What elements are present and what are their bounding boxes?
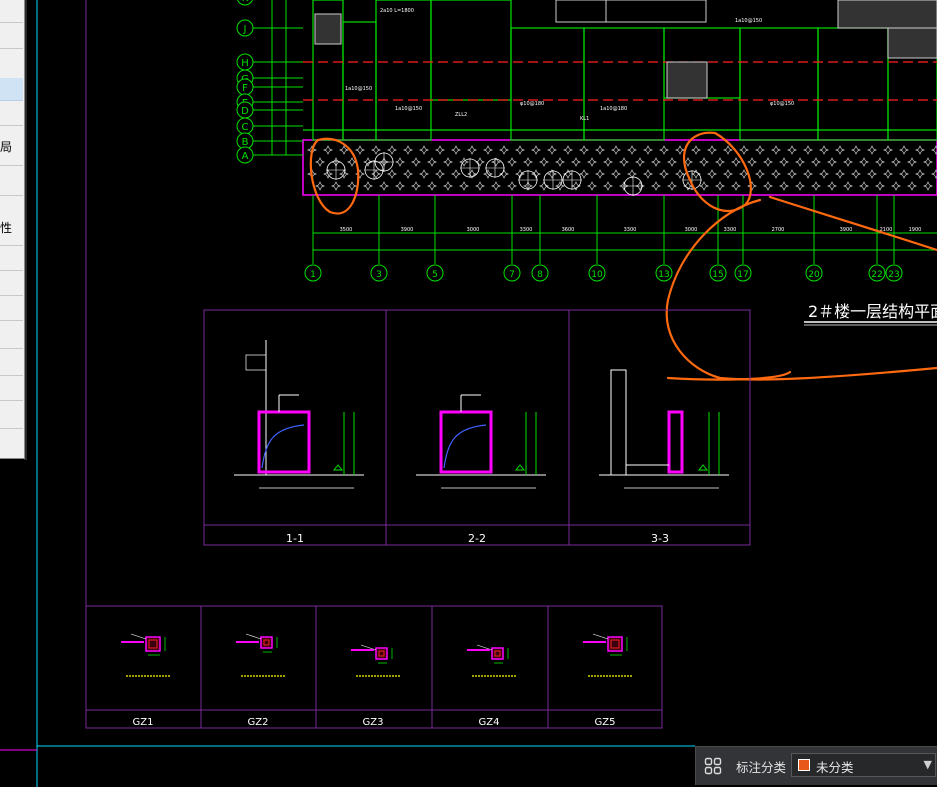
properties-panel[interactable]: 局 性 <box>0 0 25 459</box>
dimension-value: 3300 <box>724 227 737 233</box>
row-axis-label: F <box>242 83 248 94</box>
column-axis-label: 1 <box>310 270 316 280</box>
panel-label-xing: 性 <box>0 221 13 235</box>
dimension-value: 3900 <box>840 227 853 233</box>
panel-divider <box>0 375 23 376</box>
row-axis-label: C <box>242 122 249 133</box>
svg-text:φ10@180: φ10@180 <box>520 101 544 107</box>
row-axis-label: J <box>243 24 247 35</box>
svg-text:KL1: KL1 <box>580 116 589 122</box>
panel-divider <box>0 125 23 126</box>
section-label: 2-2 <box>468 532 486 545</box>
svg-text:ZLL2: ZLL2 <box>455 112 467 118</box>
panel-divider <box>0 348 23 349</box>
panel-divider <box>0 165 23 166</box>
column-axis-label: 8 <box>537 270 543 280</box>
category-select[interactable]: 未分类 ▼ <box>791 753 936 777</box>
column-axis-label: 3 <box>376 270 382 280</box>
svg-text:1a10@180: 1a10@180 <box>600 106 627 112</box>
panel-label-ju: 局 <box>0 140 13 154</box>
annotation-category-bar: 标注分类 未分类 ▼ <box>695 746 937 785</box>
column-axis-label: 13 <box>658 270 669 280</box>
svg-text:1a10@150: 1a10@150 <box>735 18 762 24</box>
column-label: GZ2 <box>248 717 269 728</box>
section-label: 3-3 <box>651 532 669 545</box>
panel-divider <box>0 22 23 23</box>
row-axis-group: JHGFEDCBAK <box>236 0 303 164</box>
dimension-value: 3600 <box>562 227 575 233</box>
panel-divider <box>0 245 23 246</box>
dimension-lines <box>313 232 937 251</box>
panel-selected-row[interactable] <box>0 78 23 101</box>
dimension-values: 3500 3900 3000 3300 3600 3300 3000 3300 2700 3900… <box>340 227 922 233</box>
panel-divider <box>0 195 23 196</box>
row-axis-label: A <box>242 151 249 162</box>
column-axis-label: 22 <box>871 270 882 280</box>
column-axis-label: 7 <box>509 270 515 280</box>
dimension-value: 3000 <box>467 227 480 233</box>
redline-markups <box>309 131 937 381</box>
dimension-value: 3900 <box>401 227 414 233</box>
svg-text:1a10@150: 1a10@150 <box>395 106 422 112</box>
column-detail-table <box>85 605 663 729</box>
column-details: GZ1 GZ2 GZ3 GZ4 GZ5 <box>121 633 633 728</box>
column-axis-label: 15 <box>712 270 723 280</box>
triangle-down-icon[interactable]: ▼ <box>924 758 932 771</box>
plan-annotations: 2a10 L=1800 1a10@150 1a10@150 φ10@180 1a… <box>345 8 794 122</box>
plan-title-block: 2＃楼一层结构平面图 <box>804 302 937 326</box>
column-axis-group: 1 3 5 7 8 10 13 15 17 20 22 23 <box>304 195 903 282</box>
dimension-value: 3300 <box>624 227 637 233</box>
row-axis-label: K <box>242 0 249 4</box>
column-label: GZ4 <box>479 717 500 728</box>
panel-divider <box>0 48 23 49</box>
dimension-value: 3000 <box>685 227 698 233</box>
svg-text:1a10@150: 1a10@150 <box>345 86 372 92</box>
panel-divider <box>0 400 23 401</box>
column-axis-label: 5 <box>432 270 438 280</box>
dimension-value: 1900 <box>909 227 922 233</box>
section-label: 1-1 <box>286 532 304 545</box>
svg-text:φ10@150: φ10@150 <box>770 101 794 107</box>
dimension-value: 3500 <box>340 227 353 233</box>
category-color-swatch <box>798 759 810 771</box>
dimension-value: 3300 <box>520 227 533 233</box>
plan-title: 2＃楼一层结构平面图 <box>808 302 937 321</box>
grid-icon[interactable] <box>704 757 722 775</box>
column-label: GZ1 <box>133 717 154 728</box>
svg-text:2a10 L=1800: 2a10 L=1800 <box>380 8 414 14</box>
row-axis-label: D <box>241 106 249 117</box>
column-axis-label: 20 <box>808 270 820 280</box>
column-axis-label: 23 <box>888 270 899 280</box>
plan-hatched-rooms <box>314 0 937 99</box>
dimension-value: 2700 <box>772 227 785 233</box>
panel-divider <box>0 428 23 429</box>
section-details: 1-1 2-2 3-3 <box>234 340 729 545</box>
foundation-strip <box>302 139 937 196</box>
column-axis-label: 17 <box>737 270 748 280</box>
column-label: GZ5 <box>595 717 616 728</box>
panel-divider <box>0 295 23 296</box>
column-label: GZ3 <box>363 717 384 728</box>
row-axis-label: B <box>242 137 249 148</box>
annotation-category-label: 标注分类 <box>736 760 787 775</box>
row-axis-label: H <box>241 58 249 69</box>
cad-canvas[interactable]: 2a10 L=1800 1a10@150 1a10@150 φ10@180 1a… <box>0 0 937 787</box>
panel-divider <box>0 320 23 321</box>
category-value: 未分类 <box>816 760 854 775</box>
column-axis-label: 10 <box>591 270 603 280</box>
panel-divider <box>0 270 23 271</box>
